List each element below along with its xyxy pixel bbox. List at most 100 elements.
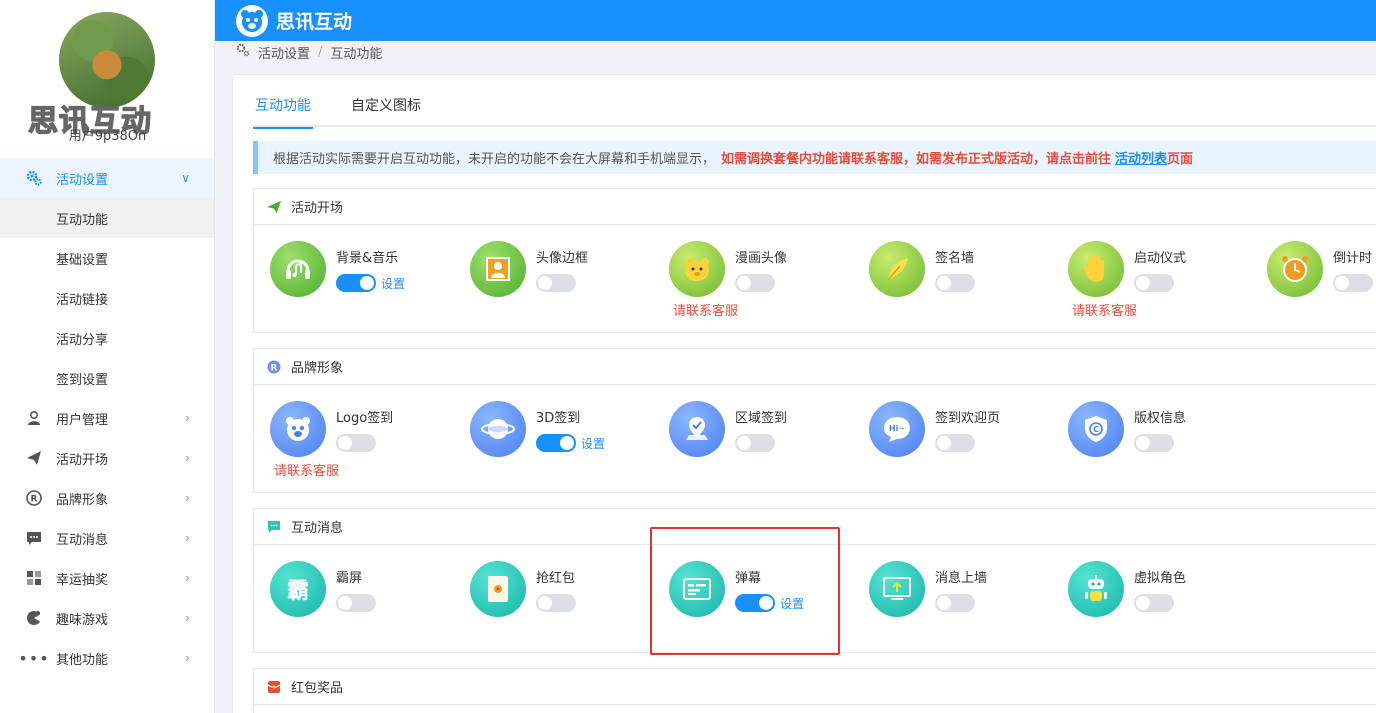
sidebar-item-label: 活动设置 (56, 172, 109, 188)
sidebar-subitem-basic[interactable]: 基础设置 (0, 238, 214, 278)
feature-toggle[interactable] (1134, 594, 1174, 612)
chat-bubble-icon (267, 520, 281, 534)
feature-virtual-character: 虚拟角色 (1052, 545, 1252, 625)
red-gift-icon (267, 680, 281, 694)
gears-icon (24, 168, 44, 188)
feature-toggle[interactable] (1134, 434, 1174, 452)
feature-avatar-frame: 头像边框 (454, 225, 654, 305)
section-header: 活动开场 (254, 189, 1376, 225)
sidebar-subitem-links[interactable]: 活动链接 (0, 278, 214, 318)
alarm-clock-icon (1267, 241, 1323, 297)
avatar[interactable] (59, 12, 155, 108)
sidebar-item-label: 其他功能 (56, 652, 109, 668)
copyright-shield-icon: C (1068, 401, 1124, 457)
feature-toggle[interactable] (935, 274, 975, 292)
sidebar-item-activity-settings[interactable]: 活动设置 ∨ (0, 158, 214, 198)
sidebar-item-user-management[interactable]: 用户管理 › (0, 398, 214, 438)
feature-toggle[interactable] (1134, 274, 1174, 292)
feature-toggle[interactable] (536, 594, 576, 612)
section-opening: 活动开场 背景&音乐 设置 头像边框 漫画头像 请联系客服 签名墙 启动仪式 请… (253, 188, 1376, 333)
settings-link[interactable]: 设置 (581, 435, 605, 452)
contact-service-note[interactable]: 请联系客服 (1072, 300, 1137, 319)
activity-list-link[interactable]: 活动列表 (1115, 148, 1167, 167)
breadcrumb-separator: / (318, 44, 323, 60)
sidebar-item-games[interactable]: 趣味游戏 › (0, 598, 214, 638)
user-icon (24, 408, 44, 428)
sidebar-item-other[interactable]: ••• 其他功能 › (0, 638, 214, 678)
feature-toggle[interactable] (935, 594, 975, 612)
feature-name: 头像边框 (536, 251, 589, 266)
feature-toggle[interactable] (336, 274, 376, 292)
feature-toggle[interactable] (536, 274, 576, 292)
feature-toggle[interactable] (735, 594, 775, 612)
section-title: 红包奖品 (291, 681, 344, 696)
tab-interactive-features[interactable]: 互动功能 (253, 95, 313, 129)
app-root: 思讯互动 用户9p38On 活动设置 ∨ 互动功能 基础设置 活动链接 活动分享… (0, 0, 1376, 713)
main-card: 互动功能 自定义图标 根据活动实际需要开启互动功能，未开启的功能不会在大屏幕和手… (232, 74, 1376, 713)
sidebar-item-lottery[interactable]: 幸运抽奖 › (0, 558, 214, 598)
chevron-right-icon: › (185, 571, 190, 585)
feature-logo-checkin: Logo签到 请联系客服 (254, 385, 454, 479)
tab-custom-icons[interactable]: 自定义图标 (349, 95, 423, 127)
feature-name: 版权信息 (1134, 411, 1187, 426)
chevron-right-icon: › (185, 611, 190, 625)
feature-3d-checkin: 3D签到 设置 (454, 385, 654, 465)
contact-service-note[interactable]: 请联系客服 (274, 460, 339, 479)
feature-toggle[interactable] (935, 434, 975, 452)
feature-message-wall: 消息上墙 (853, 545, 1053, 625)
notice-suffix: 页面 (1167, 152, 1194, 167)
bear-logo-icon (270, 401, 326, 457)
feature-toggle[interactable] (336, 594, 376, 612)
settings-link[interactable]: 设置 (381, 275, 405, 292)
sidebar-item-brand[interactable]: R 品牌形象 › (0, 478, 214, 518)
feature-welcome-page: Hi~ 签到欢迎页 (853, 385, 1053, 465)
paper-plane-icon (267, 200, 281, 214)
profile: 思讯互动 用户9p38On (0, 0, 214, 158)
feature-toggle[interactable] (735, 434, 775, 452)
feature-screen-takeover: 霸 霸屏 (254, 545, 454, 625)
settings-link[interactable]: 设置 (780, 595, 804, 612)
sidebar-item-messages[interactable]: 互动消息 › (0, 518, 214, 558)
feature-name: 签到欢迎页 (935, 411, 1001, 426)
section-brand: R 品牌形象 Logo签到 请联系客服 3D签到 设置 区域签到 Hi~ 签到欢… (253, 348, 1376, 493)
sidebar-subitem-share[interactable]: 活动分享 (0, 318, 214, 358)
registered-icon: R (24, 488, 44, 508)
chevron-right-icon: › (185, 491, 190, 505)
feature-signature-wall: 签名墙 (853, 225, 1053, 305)
svg-text:R: R (271, 363, 278, 373)
feature-danmaku: 弹幕 设置 (653, 545, 853, 625)
sidebar-item-opening[interactable]: 活动开场 › (0, 438, 214, 478)
username: 用户9p38On (68, 129, 147, 144)
sidebar-item-label: 活动开场 (56, 452, 109, 468)
contact-service-note[interactable]: 请联系客服 (673, 300, 738, 319)
sidebar-nav: 活动设置 ∨ 互动功能 基础设置 活动链接 活动分享 签到设置 用户管理 › 活… (0, 158, 214, 678)
feature-toggle[interactable] (336, 434, 376, 452)
sidebar-item-label: 幸运抽奖 (56, 572, 109, 588)
section-red-envelope-prizes: 红包奖品 (253, 668, 1376, 713)
monitor-upload-icon (869, 561, 925, 617)
section-header: 红包奖品 (254, 669, 1376, 705)
section-header: R 品牌形象 (254, 349, 1376, 385)
feature-name: 虚拟角色 (1134, 571, 1187, 586)
feature-copyright-info: C 版权信息 (1052, 385, 1252, 465)
feature-name: 漫画头像 (735, 251, 788, 266)
hi-bubble-icon: Hi~ (869, 401, 925, 457)
breadcrumb-item[interactable]: 活动设置 (258, 43, 310, 62)
feature-toggle[interactable] (536, 434, 576, 452)
section-header: 互动消息 (254, 509, 1376, 545)
feature-name: 抢红包 (536, 571, 576, 586)
section-title: 品牌形象 (291, 361, 344, 376)
feature-toggle[interactable] (735, 274, 775, 292)
feature-name: 签名墙 (935, 251, 975, 266)
svg-text:R: R (31, 495, 38, 505)
feature-toggle[interactable] (1333, 274, 1373, 292)
sidebar: 思讯互动 用户9p38On 活动设置 ∨ 互动功能 基础设置 活动链接 活动分享… (0, 0, 215, 713)
feature-countdown: 倒计时 (1251, 225, 1376, 305)
sidebar-subitem-checkin[interactable]: 签到设置 (0, 358, 214, 398)
section-title: 活动开场 (291, 201, 344, 216)
planet-icon (470, 401, 526, 457)
ba-character-icon: 霸 (270, 561, 326, 617)
sidebar-subitem-interactive[interactable]: 互动功能 (0, 198, 214, 238)
tabs: 互动功能 自定义图标 (253, 95, 1376, 129)
feature-area-checkin: 区域签到 (653, 385, 853, 465)
